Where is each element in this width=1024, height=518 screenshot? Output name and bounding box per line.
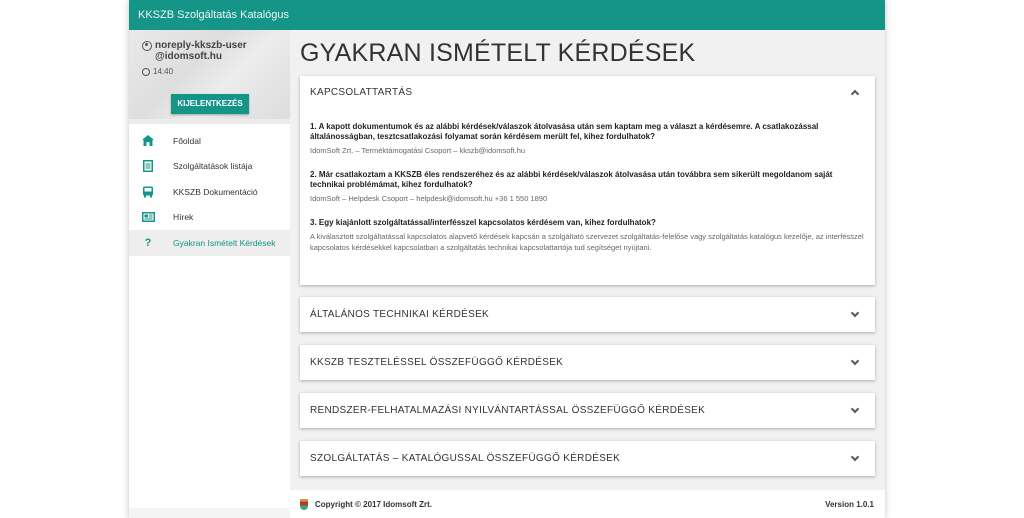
faq-section-testing: KKSZB TESZTELÉSSEL ÖSSZEFÜGGŐ KÉRDÉSEK [300, 345, 875, 380]
faq-section-authorization: RENDSZER-FELHATALMAZÁSI NYILVÁNTARTÁSSAL… [300, 393, 875, 428]
faq-section-header[interactable]: KKSZB TESZTELÉSSEL ÖSSZEFÜGGŐ KÉRDÉSEK [300, 345, 875, 380]
sidebar-item-documentation[interactable]: KKSZB Dokumentáció [129, 179, 290, 205]
faq-section-header[interactable]: KAPCSOLATTARTÁS [300, 76, 875, 108]
version-text: Version 1.0.1 [825, 499, 874, 509]
sidebar-item-label: Főoldal [173, 135, 201, 146]
faq-question: 1. A kapott dokumentumok és az alábbi ké… [310, 122, 819, 141]
sidebar-bottom [129, 508, 290, 518]
faq-section-title: SZOLGÁLTATÁS – KATALÓGUSSAL ÖSSZEFÜGGŐ K… [310, 453, 621, 464]
app-window: KKSZB Szolgáltatás Katalógus noreply-kks… [129, 0, 885, 518]
coat-of-arms-icon [300, 498, 308, 510]
faq-section-contact: KAPCSOLATTARTÁS 1. A kapott dokumentumok… [300, 76, 875, 285]
faq-section-header[interactable]: ÁLTALÁNOS TECHNIKAI KÉRDÉSEK [300, 297, 875, 332]
sidebar-item-services[interactable]: Szolgáltatások listája [129, 154, 290, 180]
sidebar-item-faq[interactable]: ? Gyakran Ismételt Kérdések [129, 230, 290, 256]
chevron-down-icon[interactable] [850, 308, 860, 317]
page-title: GYAKRAN ISMÉTELT KÉRDÉSEK [300, 39, 696, 67]
sidebar-item-news[interactable]: Hírek [129, 205, 290, 231]
sidebar-item-label: KKSZB Dokumentáció [173, 186, 258, 197]
session-time-text: 14:40 [153, 67, 174, 76]
sidebar-item-label: Szolgáltatások listája [173, 161, 253, 172]
faq-answer: IdomSoft – Helpdesk Csoport – helpdesk@i… [310, 194, 548, 203]
chevron-down-icon[interactable] [850, 452, 860, 461]
faq-section-title: KKSZB TESZTELÉSSEL ÖSSZEFÜGGŐ KÉRDÉSEK [310, 357, 564, 368]
chevron-down-icon[interactable] [850, 356, 860, 365]
newspaper-icon [141, 210, 155, 224]
copyright-text: Copyright © 2017 Idomsoft Zrt. [315, 499, 433, 509]
faq-section-header[interactable]: RENDSZER-FELHATALMAZÁSI NYILVÁNTARTÁSSAL… [300, 393, 875, 428]
document-list-icon [141, 159, 155, 173]
home-icon [141, 134, 155, 148]
app-title[interactable]: KKSZB Szolgáltatás Katalógus [138, 9, 289, 21]
user-email: noreply-kkszb-user@idomsoft.hu [142, 40, 280, 62]
faq-section-general-technical: ÁLTALÁNOS TECHNIKAI KÉRDÉSEK [300, 297, 875, 332]
faq-section-catalog: SZOLGÁLTATÁS – KATALÓGUSSAL ÖSSZEFÜGGŐ K… [300, 441, 875, 476]
clock-icon [142, 67, 150, 76]
faq-section-title: KAPCSOLATTARTÁS [310, 86, 413, 98]
faq-section-title: ÁLTALÁNOS TECHNIKAI KÉRDÉSEK [310, 309, 490, 320]
chevron-up-icon[interactable] [850, 89, 860, 99]
faq-question: 2. Már csatlakoztam a KKSZB éles rendsze… [310, 170, 833, 189]
user-email-text: noreply-kkszb-user@idomsoft.hu [155, 40, 247, 62]
app-title-bar: KKSZB Szolgáltatás Katalógus [129, 0, 885, 30]
footer-left: Copyright © 2017 Idomsoft Zrt. [300, 498, 433, 510]
faq-section-title: RENDSZER-FELHATALMAZÁSI NYILVÁNTARTÁSSAL… [310, 405, 706, 416]
faq-answer: IdomSoft Zrt. – Terméktámogatási Csoport… [310, 146, 526, 155]
sidebar-item-home[interactable]: Főoldal [129, 128, 290, 154]
question-icon: ? [144, 236, 152, 249]
sidebar: noreply-kkszb-user@idomsoft.hu 14:40 KIJ… [129, 30, 290, 518]
faq-answer: A kiválasztott szolgáltatással kapcsolat… [310, 232, 864, 252]
faq-section-body: 1. A kapott dokumentumok és az alábbi ké… [300, 108, 875, 253]
footer: Copyright © 2017 Idomsoft Zrt. Version 1… [290, 490, 885, 518]
logout-button[interactable]: KIJELENTKEZÉS [171, 94, 249, 114]
session-time: 14:40 [142, 67, 280, 76]
sidebar-item-label: Hírek [173, 212, 194, 223]
faq-section-header[interactable]: SZOLGÁLTATÁS – KATALÓGUSSAL ÖSSZEFÜGGŐ K… [300, 441, 875, 476]
chevron-down-icon[interactable] [850, 404, 860, 413]
bus-icon [141, 185, 155, 199]
sidebar-item-label: Gyakran Ismételt Kérdések [173, 237, 276, 248]
main-content: GYAKRAN ISMÉTELT KÉRDÉSEK KAPCSOLATTARTÁ… [290, 30, 885, 518]
user-panel-divider [129, 119, 290, 124]
faq-question: 3. Egy kiajánlott szolgáltatással/interf… [310, 218, 656, 227]
user-icon [142, 41, 152, 51]
sidebar-nav: Főoldal Szolgáltatások listája KKSZB Dok… [129, 128, 290, 256]
